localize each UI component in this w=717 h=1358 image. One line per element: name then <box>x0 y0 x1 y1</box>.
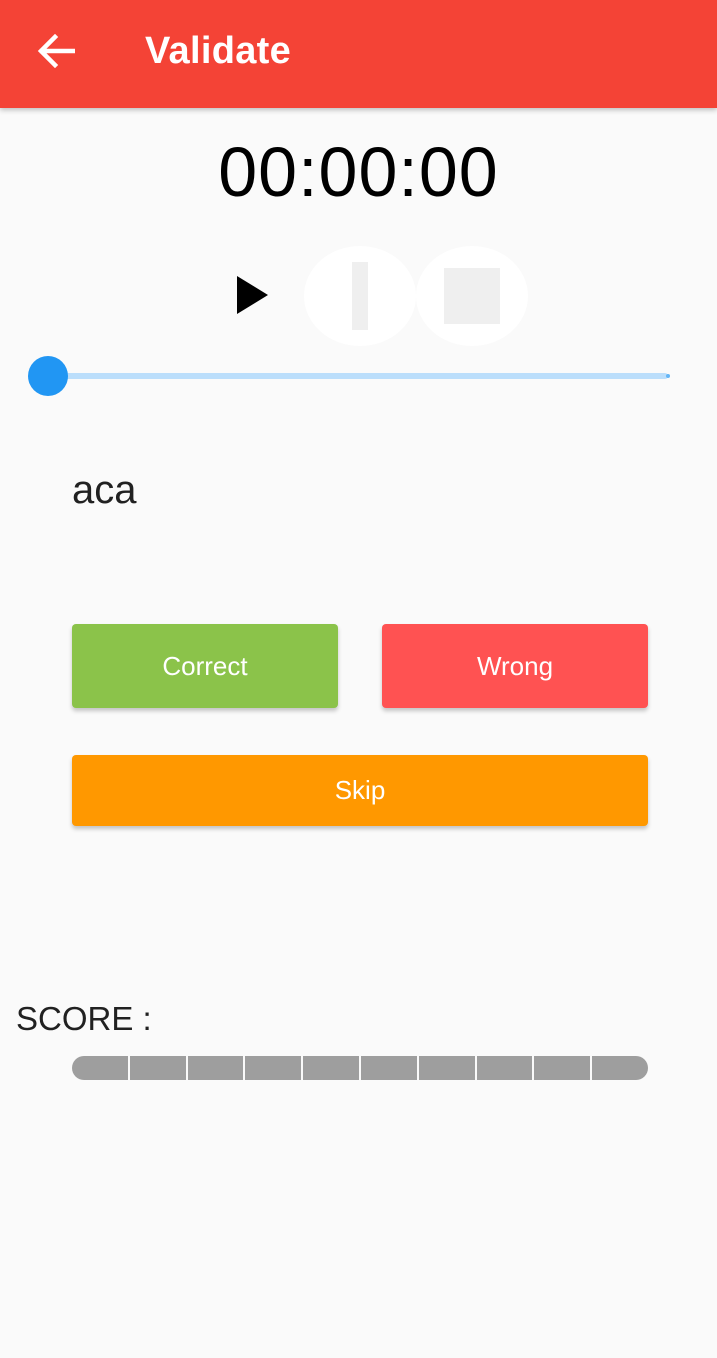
score-segment <box>72 1056 130 1080</box>
page-title: Validate <box>145 30 292 72</box>
correct-button[interactable]: Correct <box>72 624 338 708</box>
timer-display: 00:00:00 <box>218 133 499 211</box>
score-segment <box>129 1056 188 1080</box>
word-text: aca <box>72 468 137 512</box>
score-label: SCORE : <box>16 1000 152 1037</box>
score-segment <box>303 1056 361 1080</box>
pause-icon <box>352 262 368 330</box>
play-icon <box>235 275 269 320</box>
score-segment <box>187 1056 246 1080</box>
score-bar <box>72 1056 648 1080</box>
score-segment <box>418 1056 477 1080</box>
score-segment <box>592 1056 648 1080</box>
play-button[interactable] <box>220 265 284 329</box>
slider-thumb[interactable] <box>28 356 68 396</box>
slider-track <box>48 373 668 379</box>
pause-button[interactable] <box>304 246 416 346</box>
skip-button[interactable]: Skip <box>72 755 648 826</box>
wrong-button[interactable]: Wrong <box>382 624 648 708</box>
score-segment <box>360 1056 419 1080</box>
score-segment <box>534 1056 593 1080</box>
back-button[interactable] <box>26 26 86 80</box>
score-segment <box>476 1056 535 1080</box>
score-segment <box>245 1056 304 1080</box>
arrow-back-icon <box>37 33 76 73</box>
slider-end-dot <box>666 374 670 378</box>
stop-icon <box>444 268 500 324</box>
app-bar: Validate <box>0 0 717 108</box>
stop-button[interactable] <box>416 246 528 346</box>
audio-progress-slider[interactable] <box>28 356 673 396</box>
